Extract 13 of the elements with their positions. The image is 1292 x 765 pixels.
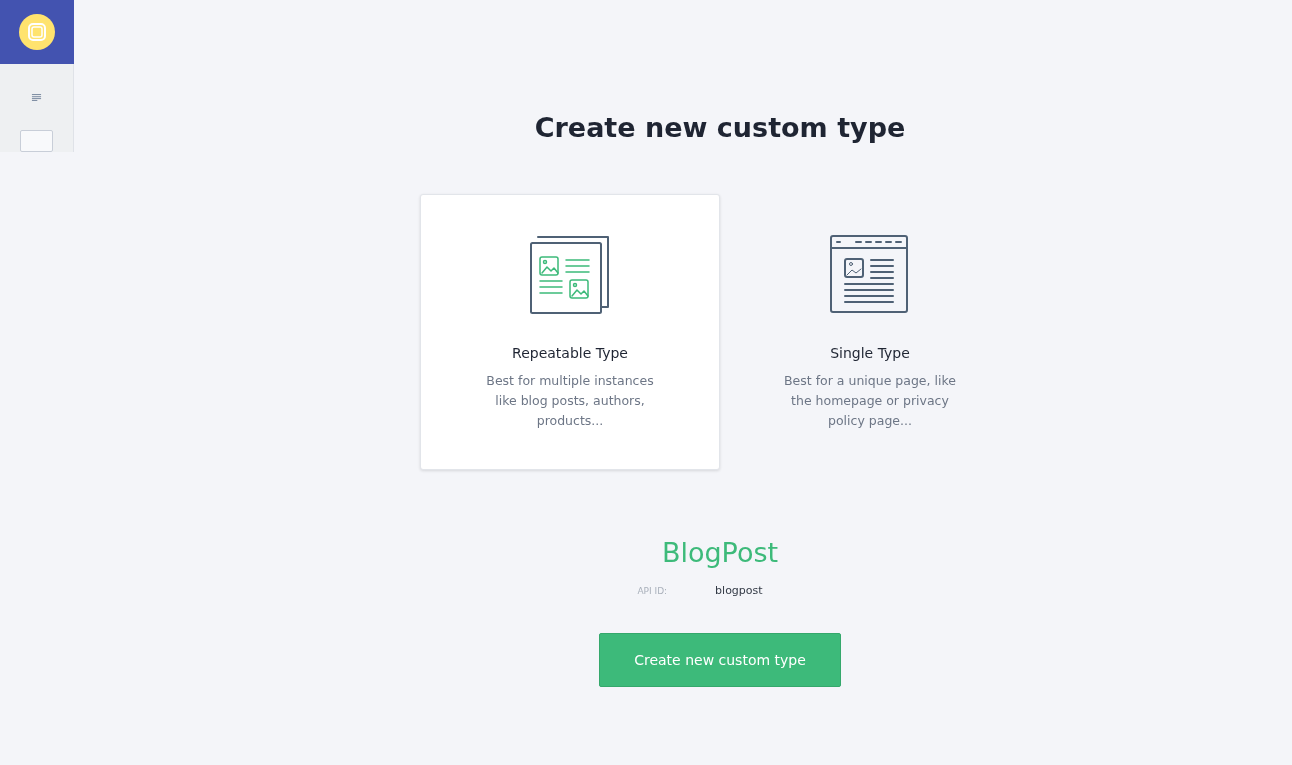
- logo-icon[interactable]: [19, 14, 55, 50]
- card-description: Best for multiple instances like blog posts, authors, products...: [485, 372, 655, 430]
- page-title: Create new custom type: [534, 111, 906, 145]
- card-title: Repeatable Type: [512, 345, 628, 361]
- card-title: Single Type: [830, 345, 910, 361]
- sidebar-button[interactable]: [20, 130, 53, 152]
- api-id-label: API ID:: [637, 586, 668, 596]
- card-description: Best for a unique page, like the homepage or privacy policy page...: [783, 372, 957, 430]
- type-card[interactable]: Repeatable Type Best for multiple instances like blog posts, authors, products...: [420, 194, 720, 470]
- type-card[interactable]: Single Type Best for a unique page, like the homepage or privacy policy page...: [720, 194, 1020, 470]
- web-page-icon: [830, 235, 910, 315]
- api-id-value: blogpost: [715, 584, 763, 597]
- stacked-pages-icon: [530, 235, 610, 315]
